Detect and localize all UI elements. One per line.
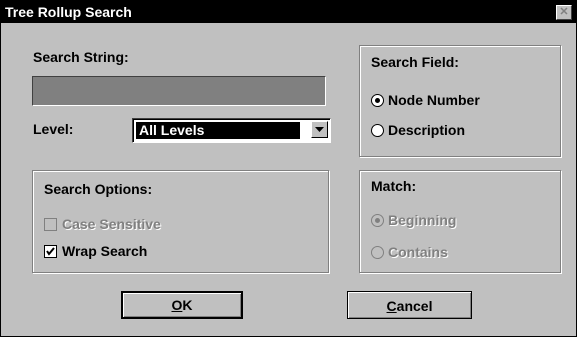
chevron-down-icon [315, 127, 324, 132]
close-button[interactable]: ✕ [556, 5, 572, 20]
search-field-title: Search Field: [371, 54, 459, 70]
search-string-input[interactable] [32, 76, 326, 106]
level-selected-value: All Levels [136, 122, 300, 139]
level-select[interactable]: All Levels [132, 118, 331, 143]
level-label: Level: [33, 121, 74, 137]
case-sensitive-checkbox[interactable] [44, 218, 57, 231]
beginning-radio[interactable] [371, 214, 384, 227]
search-options-title: Search Options: [44, 181, 153, 197]
contains-radio[interactable] [371, 246, 384, 259]
window-title: Tree Rollup Search [5, 4, 132, 20]
ok-button[interactable]: OK [121, 291, 243, 319]
contains-label: Contains [388, 244, 448, 260]
description-radio[interactable] [371, 124, 384, 137]
node-number-label: Node Number [388, 92, 480, 108]
checkmark-icon [46, 247, 55, 256]
radio-dot [375, 98, 380, 103]
cancel-button[interactable]: Cancel [347, 291, 472, 319]
close-icon: ✕ [559, 6, 569, 18]
wrap-search-label: Wrap Search [62, 243, 148, 259]
title-bar[interactable]: Tree Rollup Search ✕ [1, 1, 576, 23]
search-string-label: Search String: [33, 49, 129, 65]
match-title: Match: [371, 178, 417, 194]
ok-label-rest: K [182, 297, 193, 313]
radio-dot [375, 218, 380, 223]
case-sensitive-label: Case Sensitive [62, 216, 161, 232]
dialog-window: Tree Rollup Search ✕ Search String: Leve… [0, 0, 577, 337]
cancel-mnemonic: C [386, 298, 397, 314]
ok-mnemonic: O [171, 297, 183, 313]
beginning-label: Beginning [388, 212, 457, 228]
level-dropdown-button[interactable] [311, 121, 328, 138]
node-number-radio[interactable] [371, 94, 384, 107]
cancel-label-rest: ancel [396, 298, 433, 314]
description-label: Description [388, 122, 466, 138]
wrap-search-checkbox[interactable] [44, 245, 57, 258]
